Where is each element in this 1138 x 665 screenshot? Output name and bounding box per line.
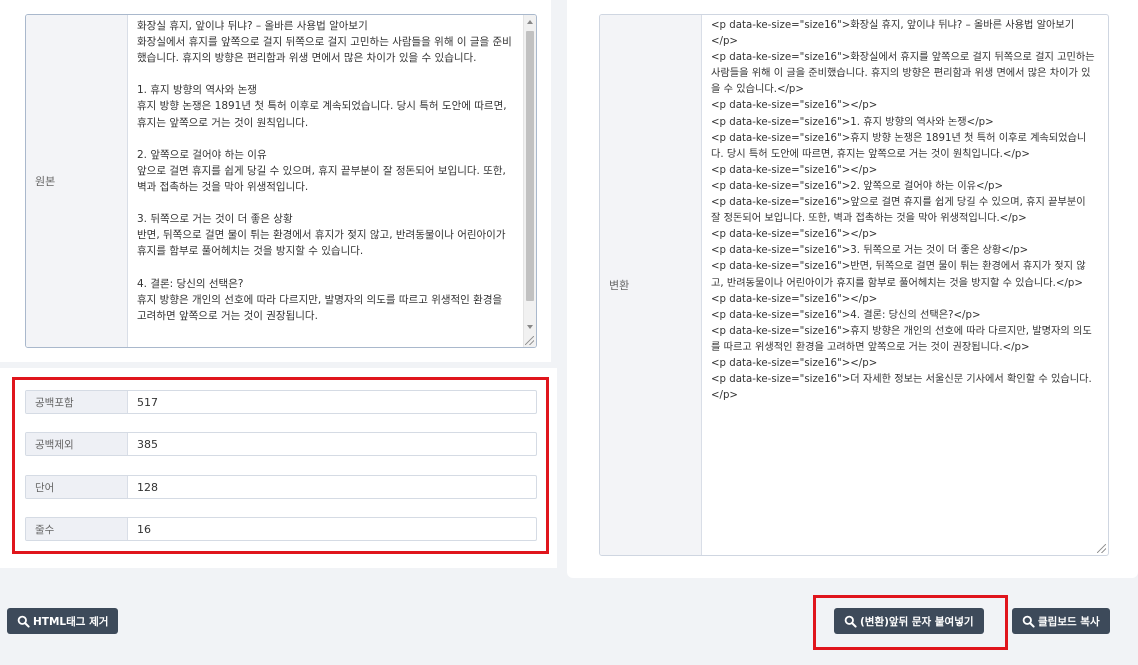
resize-grip-icon[interactable] (1097, 544, 1106, 553)
resize-grip-icon[interactable] (525, 336, 534, 345)
converted-label: 변환 (600, 15, 702, 555)
stats-highlight-box (12, 377, 549, 554)
scroll-up-icon[interactable] (527, 20, 533, 24)
converted-field: 변환 <p data-ke-size="size16">화장실 휴지, 앞이냐 … (599, 14, 1109, 556)
scroll-thumb[interactable] (526, 31, 534, 301)
search-icon (1022, 615, 1035, 628)
source-scrollbar[interactable] (523, 15, 536, 347)
converted-textarea[interactable]: <p data-ke-size="size16">화장실 휴지, 앞이냐 뒤냐?… (702, 15, 1108, 555)
scroll-down-icon[interactable] (527, 325, 533, 329)
source-label: 원본 (26, 15, 128, 347)
strip-html-button[interactable]: HTML태그 제거 (7, 608, 119, 634)
source-textarea[interactable]: 화장실 휴지, 앞이냐 뒤냐? – 올바른 사용법 알아보기 화장실에서 휴지를… (128, 15, 536, 347)
copy-clipboard-button-label: 클립보드 복사 (1038, 615, 1100, 628)
strip-html-button-label: HTML태그 제거 (33, 615, 109, 628)
search-icon (17, 615, 30, 628)
button-highlight-box (813, 595, 1008, 650)
source-field: 원본 화장실 휴지, 앞이냐 뒤냐? – 올바른 사용법 알아보기 화장실에서 … (25, 14, 537, 348)
copy-clipboard-button[interactable]: 클립보드 복사 (1012, 608, 1110, 634)
